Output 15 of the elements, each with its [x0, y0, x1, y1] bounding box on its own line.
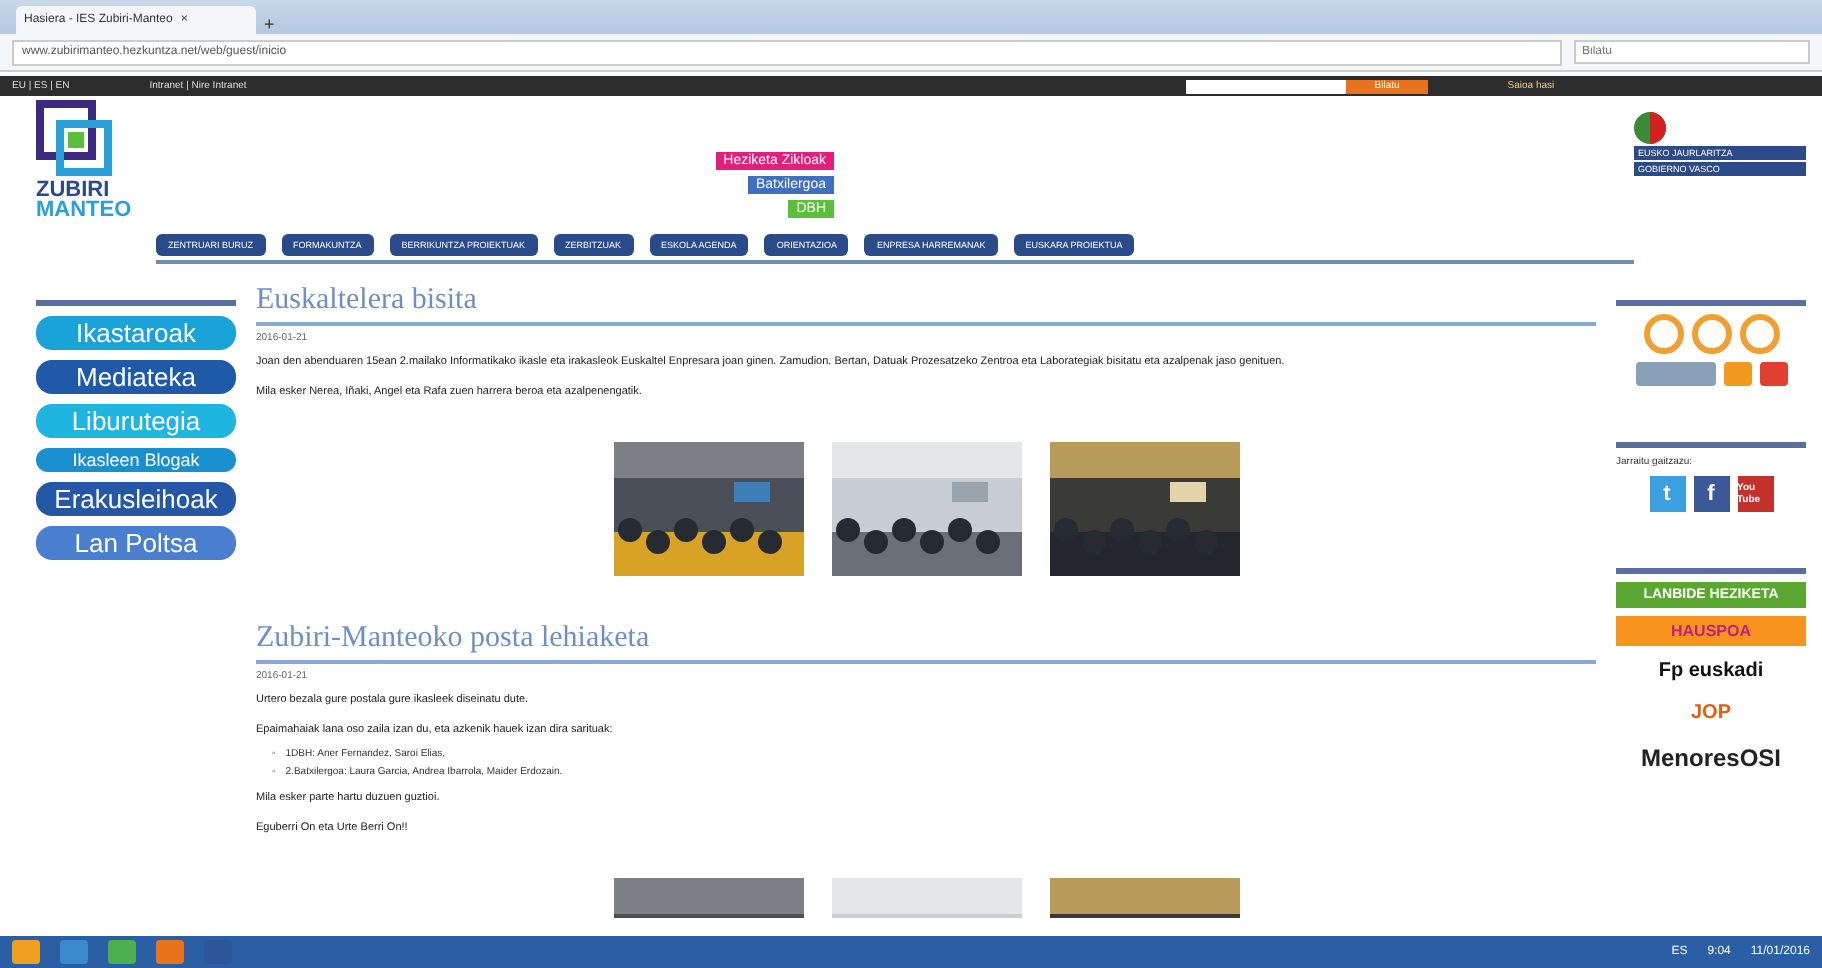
badge-icon[interactable]: [1691, 314, 1731, 354]
logo-icon: [36, 100, 116, 180]
badge-icon[interactable]: [1739, 314, 1779, 354]
logo-text: MANTEO: [36, 200, 132, 220]
menu-link[interactable]: Mediateka: [36, 360, 236, 394]
badge-icon[interactable]: [1643, 314, 1683, 354]
logo-text: ZUBIRI: [36, 180, 110, 200]
emblem-icon: [1634, 112, 1666, 144]
social-link[interactable]: f: [1693, 476, 1729, 512]
menu-link[interactable]: Erakusleihoak: [36, 482, 236, 516]
menu-link[interactable]: Ikasleen Blogak: [36, 448, 236, 472]
start-button[interactable]: [12, 940, 40, 964]
site-search-field[interactable]: [1186, 79, 1347, 93]
menu-link[interactable]: Lan Poltsa: [36, 526, 236, 560]
new-tab-button[interactable]: +: [264, 14, 275, 34]
